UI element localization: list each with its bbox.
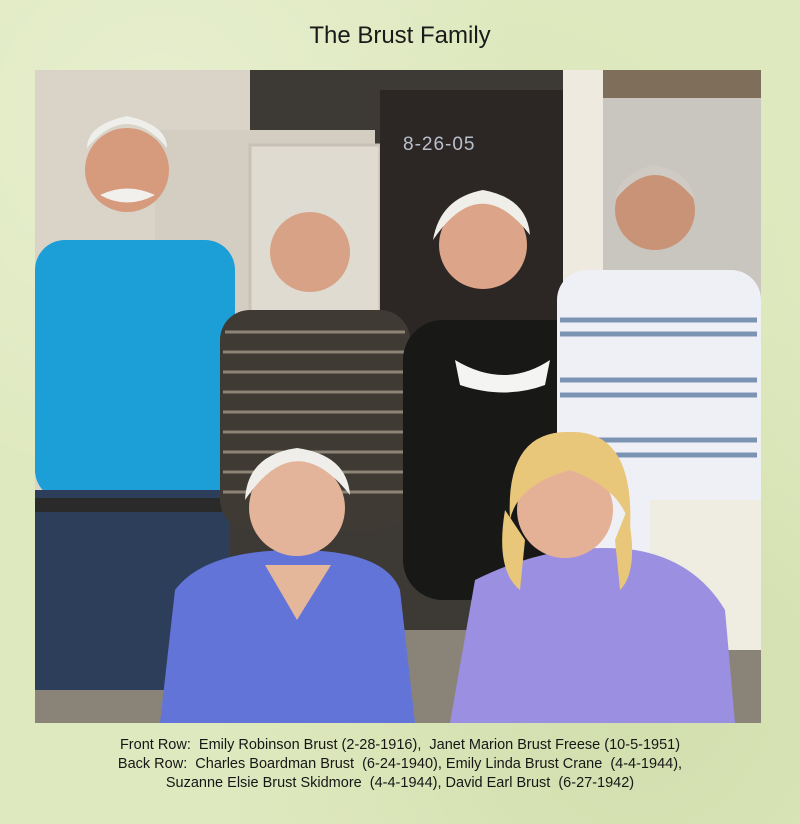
date-stamp: 8-26-05 (403, 134, 476, 155)
photo-caption: Front Row: Emily Robinson Brust (2-28-19… (0, 736, 800, 793)
family-photo: 8-26-05 (35, 70, 761, 723)
photo-illustration (35, 70, 761, 723)
document-page: The Brust Family 8-26-05 Front Row: Emil… (0, 0, 800, 824)
caption-line-front-row: Front Row: Emily Robinson Brust (2-28-19… (119, 737, 681, 753)
caption-line-back-row: Back Row: Charles Boardman Brust (6-24-1… (117, 756, 683, 772)
page-title: The Brust Family (309, 22, 491, 49)
caption-line-back-row-continued: Suzanne Elsie Brust Skidmore (4-4-1944),… (165, 775, 635, 791)
